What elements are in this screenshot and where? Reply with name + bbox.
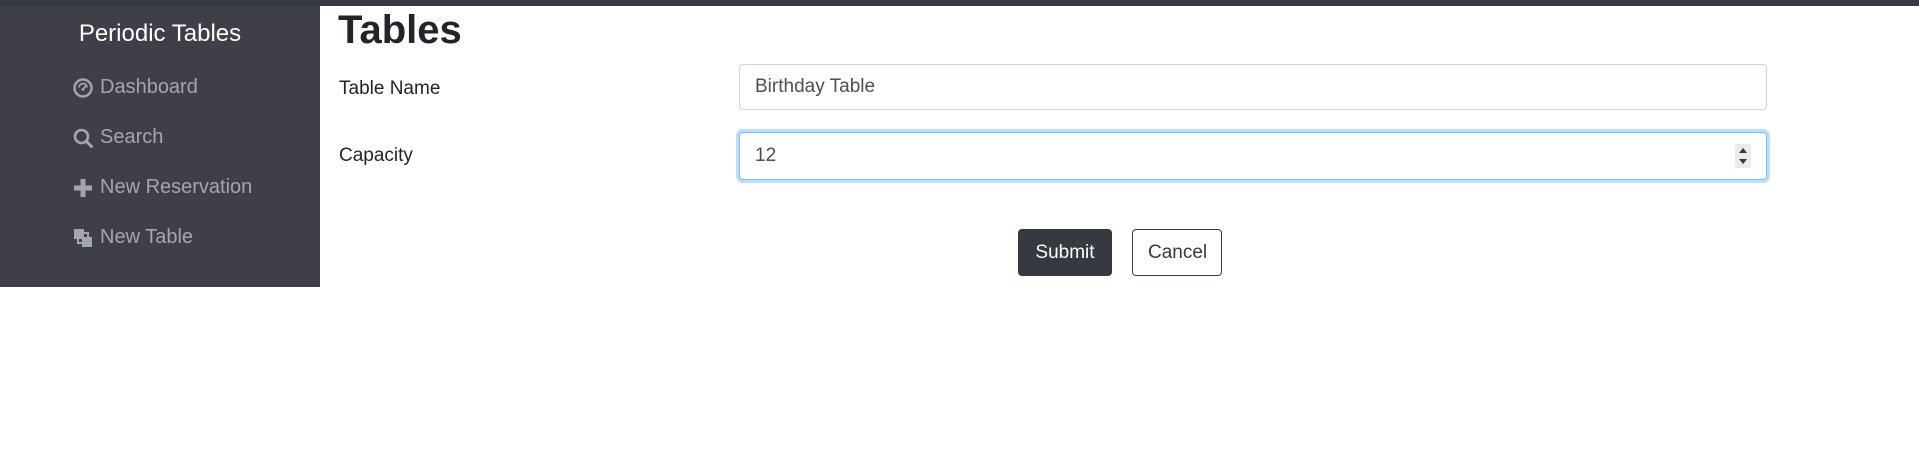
table-icon bbox=[72, 227, 94, 249]
sidebar-item-label: Search bbox=[100, 126, 164, 148]
plus-icon bbox=[72, 177, 94, 199]
table-name-input[interactable] bbox=[739, 64, 1767, 110]
sidebar-item-label: New Table bbox=[100, 226, 194, 248]
sidebar: Periodic Tables Dashboard Search New Res… bbox=[0, 6, 320, 287]
sidebar-item-dashboard[interactable]: Dashboard bbox=[72, 76, 198, 99]
cancel-button[interactable]: Cancel bbox=[1132, 229, 1222, 276]
spinner-down-icon[interactable] bbox=[1739, 159, 1747, 164]
sidebar-item-new-reservation[interactable]: New Reservation bbox=[72, 176, 252, 199]
capacity-input[interactable]: 12 bbox=[739, 132, 1767, 180]
number-spinner[interactable] bbox=[1735, 144, 1751, 168]
search-icon bbox=[72, 127, 94, 149]
brand-title[interactable]: Periodic Tables bbox=[0, 20, 320, 48]
submit-button[interactable]: Submit bbox=[1018, 229, 1112, 276]
sidebar-item-search[interactable]: Search bbox=[72, 126, 163, 149]
table-name-label: Table Name bbox=[339, 78, 441, 99]
sidebar-item-label: New Reservation bbox=[100, 176, 253, 198]
sidebar-item-new-table[interactable]: New Table bbox=[72, 226, 193, 249]
dashboard-icon bbox=[72, 77, 94, 99]
page-title: Tables bbox=[338, 8, 462, 52]
sidebar-item-label: Dashboard bbox=[100, 76, 198, 98]
capacity-label: Capacity bbox=[339, 145, 413, 166]
spinner-up-icon[interactable] bbox=[1739, 148, 1747, 153]
capacity-value: 12 bbox=[755, 145, 777, 166]
